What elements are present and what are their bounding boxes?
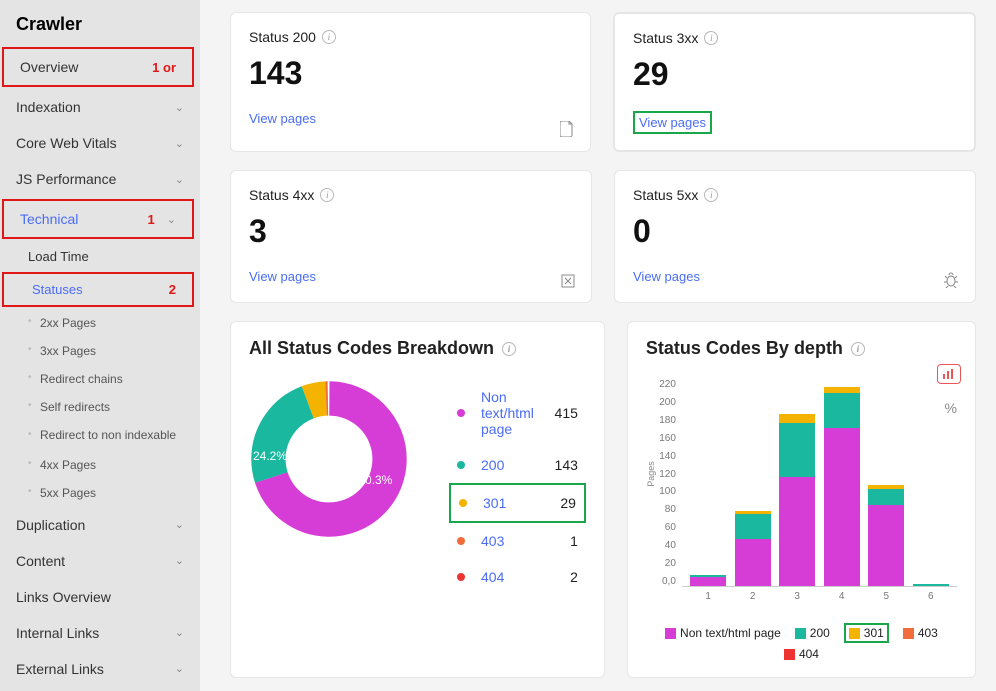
- legend-row[interactable]: 200 143: [449, 447, 586, 483]
- nav-self-redirects[interactable]: Self redirects: [0, 393, 200, 421]
- card-value: 29: [633, 56, 956, 93]
- card-status-4xx: Status 4xx i 3 View pages: [230, 170, 592, 303]
- legend-item[interactable]: 404: [784, 647, 819, 661]
- info-icon[interactable]: i: [320, 188, 334, 202]
- main-content: Status 200 i 143 View pages Status 3xx i…: [200, 0, 996, 691]
- info-icon[interactable]: i: [502, 342, 516, 356]
- legend-dot: [457, 537, 465, 545]
- card-title: Status 200 i: [249, 29, 572, 45]
- nav-indexation[interactable]: Indexation ⌄: [0, 89, 200, 125]
- view-pages-link[interactable]: View pages: [249, 269, 316, 284]
- card-title: Status 4xx i: [249, 187, 573, 203]
- nav-2xx-pages[interactable]: 2xx Pages: [0, 309, 200, 337]
- nav-internal-links[interactable]: Internal Links ⌄: [0, 615, 200, 651]
- nav-4xx-pages[interactable]: 4xx Pages: [0, 451, 200, 479]
- chevron-down-icon: ⌄: [175, 518, 184, 531]
- section-title: All Status Codes Breakdown i: [249, 338, 586, 359]
- legend-row[interactable]: Non text/html page 415: [449, 379, 586, 447]
- nav-duplication[interactable]: Duplication ⌄: [0, 507, 200, 543]
- bug-icon: [943, 272, 959, 288]
- nav-load-time[interactable]: Load Time: [0, 241, 200, 272]
- file-icon: [560, 121, 574, 137]
- depth-legend: Non text/html page 200 301 403 404: [646, 623, 957, 661]
- close-box-icon: [561, 274, 575, 288]
- legend-dot: [459, 499, 467, 507]
- view-pages-link[interactable]: View pages: [633, 111, 712, 134]
- legend-row[interactable]: 403 1: [449, 523, 586, 559]
- view-pages-link[interactable]: View pages: [633, 269, 700, 284]
- card-value: 143: [249, 55, 572, 92]
- legend-item-301[interactable]: 301: [844, 623, 889, 643]
- legend-dot: [457, 409, 465, 417]
- chevron-down-icon: ⌄: [175, 554, 184, 567]
- info-icon[interactable]: i: [851, 342, 865, 356]
- card-title: Status 5xx i: [633, 187, 957, 203]
- chevron-down-icon: ⌄: [167, 213, 176, 226]
- card-status-5xx: Status 5xx i 0 View pages: [614, 170, 976, 303]
- card-title: Status 3xx i: [633, 30, 956, 46]
- view-pages-link[interactable]: View pages: [249, 111, 316, 126]
- x-axis: 123456: [682, 587, 957, 602]
- bar-chart: Pages 220200180160140120100806040200,0 1…: [646, 379, 957, 609]
- info-icon[interactable]: i: [704, 31, 718, 45]
- nav-js-performance[interactable]: JS Performance ⌄: [0, 161, 200, 197]
- bars-area: [682, 379, 957, 587]
- chevron-down-icon: ⌄: [175, 137, 184, 150]
- legend-table: Non text/html page 415 200 143 301 29: [449, 379, 586, 595]
- info-icon[interactable]: i: [704, 188, 718, 202]
- chevron-down-icon: ⌄: [175, 662, 184, 675]
- donut-chart: 24.2% 0.3%: [249, 379, 409, 539]
- nav-technical[interactable]: Technical 1 ⌄: [2, 199, 194, 239]
- nav-overview[interactable]: Overview 1 or: [2, 47, 194, 87]
- sidebar-title: Crawler: [0, 0, 200, 47]
- chevron-down-icon: ⌄: [175, 173, 184, 186]
- section-title: Status Codes By depth i: [646, 338, 957, 359]
- nav-5xx-pages[interactable]: 5xx Pages: [0, 479, 200, 507]
- legend-dot: [457, 573, 465, 581]
- y-axis: 220200180160140120100806040200,0: [646, 379, 676, 587]
- card-breakdown: All Status Codes Breakdown i 24.2% 0.3%: [230, 321, 605, 678]
- nav-content[interactable]: Content ⌄: [0, 543, 200, 579]
- donut-pct-label: 0.3%: [365, 473, 392, 487]
- nav-links-overview[interactable]: Links Overview: [0, 579, 200, 615]
- legend-dot: [457, 461, 465, 469]
- card-status-200: Status 200 i 143 View pages: [230, 12, 591, 152]
- info-icon[interactable]: i: [322, 30, 336, 44]
- donut-pct-label: 24.2%: [253, 449, 287, 463]
- chevron-down-icon: ⌄: [175, 626, 184, 639]
- nav-core-web-vitals[interactable]: Core Web Vitals ⌄: [0, 125, 200, 161]
- nav-statuses[interactable]: Statuses 2: [2, 272, 194, 307]
- card-depth: Status Codes By depth i % Pages 22020018…: [627, 321, 976, 678]
- nav-redirect-chains[interactable]: Redirect chains: [0, 365, 200, 393]
- nav-external-links[interactable]: External Links ⌄: [0, 651, 200, 687]
- legend-item[interactable]: 200: [795, 626, 830, 640]
- nav-3xx-pages[interactable]: 3xx Pages: [0, 337, 200, 365]
- legend-row[interactable]: 404 2: [449, 559, 586, 595]
- card-value: 0: [633, 213, 957, 250]
- chevron-down-icon: ⌄: [175, 101, 184, 114]
- card-value: 3: [249, 213, 573, 250]
- nav-redirect-non-indexable[interactable]: Redirect to non indexable: [0, 421, 200, 451]
- legend-item[interactable]: Non text/html page: [665, 626, 781, 640]
- sidebar: Crawler Overview 1 or Indexation ⌄ Core …: [0, 0, 200, 691]
- card-status-3xx: Status 3xx i 29 View pages: [613, 12, 976, 152]
- legend-row-301[interactable]: 301 29: [449, 483, 586, 523]
- legend-item[interactable]: 403: [903, 626, 938, 640]
